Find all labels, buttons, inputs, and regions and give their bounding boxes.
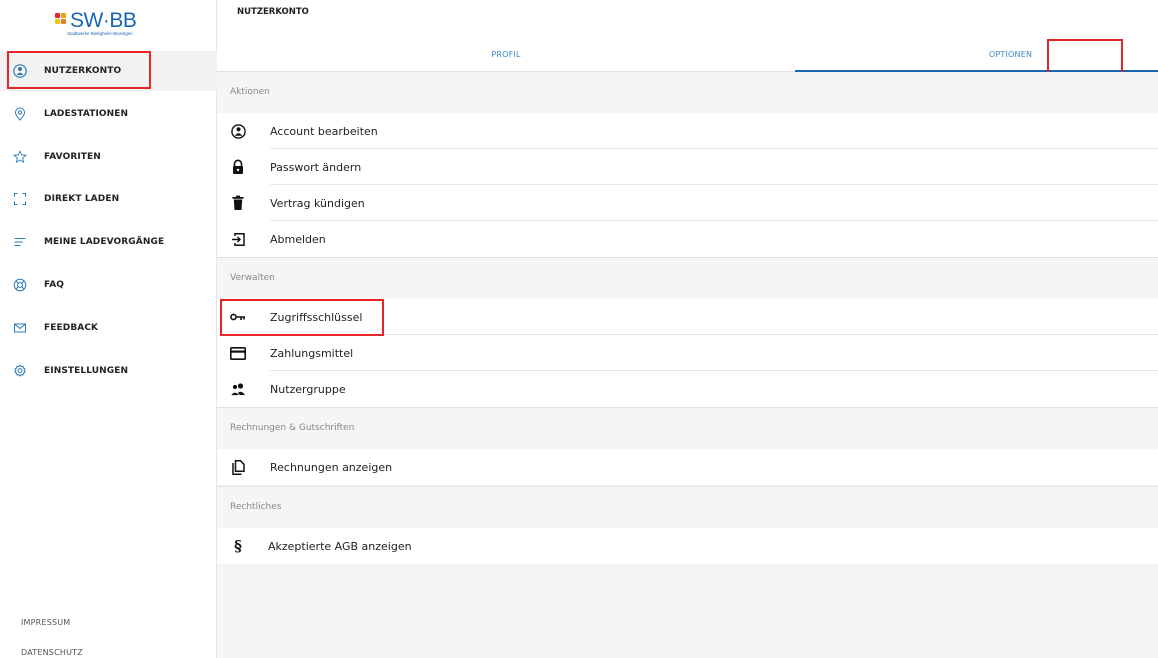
list-item-label: Zahlungsmittel — [270, 346, 354, 360]
star-icon — [13, 150, 27, 164]
sidebar-item-einstellungen[interactable]: EINSTELLUNGEN — [0, 351, 217, 391]
list-aktionen: Account bearbeiten Passwort ändern Vertr… — [217, 113, 1158, 257]
sidebar-item-direkt-laden[interactable]: DIREKT LADEN — [0, 179, 217, 219]
highlight-box-nutzerkonto — [7, 51, 151, 89]
swbb-logo[interactable]: SW·BB Stadtwerke Bietigheim-Bissingen — [55, 9, 155, 39]
sidebar-item-label: MEINE LADEVORGÄNGE — [44, 237, 165, 247]
logo-squares-icon — [55, 13, 69, 27]
list-item-label: Passwort ändern — [270, 160, 362, 174]
list-item-nutzergruppe[interactable]: Nutzergruppe — [217, 371, 1158, 407]
title-bar — [217, 0, 1158, 36]
trash-icon — [230, 195, 246, 211]
page-title: NUTZERKONTO — [237, 7, 309, 17]
account-icon — [230, 123, 246, 139]
sidebar-item-label: LADESTATIONEN — [44, 109, 129, 119]
sidebar-item-label: EINSTELLUNGEN — [44, 366, 129, 376]
sidebar: SW·BB Stadtwerke Bietigheim-Bissingen NU… — [0, 0, 217, 658]
paragraph-icon: § — [234, 537, 242, 555]
list-item-rechnungen-anzeigen[interactable]: Rechnungen anzeigen — [217, 449, 1158, 485]
list-rechnungen: Rechnungen anzeigen — [217, 449, 1158, 485]
sidebar-item-label: DIREKT LADEN — [44, 194, 120, 204]
list-item-label: Nutzergruppe — [270, 382, 346, 396]
sidebar-item-faq[interactable]: FAQ — [0, 265, 217, 305]
section-header-rechnungen: Rechnungen & Gutschriften — [217, 407, 1158, 447]
list-rechtliches: § Akzeptierte AGB anzeigen — [217, 528, 1158, 564]
list-item-label: Rechnungen anzeigen — [270, 460, 393, 474]
sidebar-item-label: FAQ — [44, 280, 65, 290]
credit-card-icon — [230, 345, 246, 361]
scan-frame-icon — [13, 192, 27, 206]
sidebar-item-label: FEEDBACK — [44, 323, 99, 333]
sidebar-item-label: FAVORITEN — [44, 152, 101, 162]
section-header-verwalten: Verwalten — [217, 257, 1158, 297]
logo-subtitle: Stadtwerke Bietigheim-Bissingen — [67, 31, 133, 36]
datenschutz-link[interactable]: DATENSCHUTZ — [21, 648, 83, 657]
help-ring-icon — [13, 278, 27, 292]
main-content: NUTZERKONTO PROFIL OPTIONEN Aktionen Acc… — [217, 0, 1158, 658]
section-header-aktionen: Aktionen — [217, 72, 1158, 112]
list-item-label: Abmelden — [270, 232, 326, 246]
document-icon — [230, 459, 246, 475]
sidebar-item-ladestationen[interactable]: LADESTATIONEN — [0, 94, 217, 134]
list-item-label: Account bearbeiten — [270, 124, 378, 138]
highlight-box-optionen — [1047, 39, 1123, 76]
envelope-icon — [13, 321, 27, 335]
user-group-icon — [230, 381, 246, 397]
list-item-vertrag-kuendigen[interactable]: Vertrag kündigen — [217, 185, 1158, 221]
logo-wordmark: SW·BB — [70, 9, 137, 32]
list-item-zahlungsmittel[interactable]: Zahlungsmittel — [217, 335, 1158, 371]
tab-profil[interactable]: PROFIL — [217, 36, 795, 72]
list-item-akzeptierte-agb[interactable]: § Akzeptierte AGB anzeigen — [217, 528, 1158, 564]
lock-icon — [230, 159, 246, 175]
list-item-abmelden[interactable]: Abmelden — [217, 221, 1158, 257]
sidebar-item-feedback[interactable]: FEEDBACK — [0, 308, 217, 348]
list-item-passwort-aendern[interactable]: Passwort ändern — [217, 149, 1158, 185]
tab-bar: PROFIL OPTIONEN — [217, 36, 1158, 72]
list-item-label: Akzeptierte AGB anzeigen — [268, 539, 412, 553]
list-item-label: Vertrag kündigen — [270, 196, 365, 210]
impressum-link[interactable]: IMPRESSUM — [21, 618, 70, 627]
logout-icon — [230, 231, 246, 247]
list-lines-icon — [13, 235, 27, 249]
location-pin-icon — [13, 107, 27, 121]
gear-icon — [13, 364, 27, 378]
highlight-box-zugriffsschluessel — [220, 299, 384, 336]
sidebar-item-meine-ladevorgaenge[interactable]: MEINE LADEVORGÄNGE — [0, 222, 217, 262]
sidebar-item-favoriten[interactable]: FAVORITEN — [0, 137, 217, 177]
list-item-account-bearbeiten[interactable]: Account bearbeiten — [217, 113, 1158, 149]
section-header-rechtliches: Rechtliches — [217, 486, 1158, 526]
